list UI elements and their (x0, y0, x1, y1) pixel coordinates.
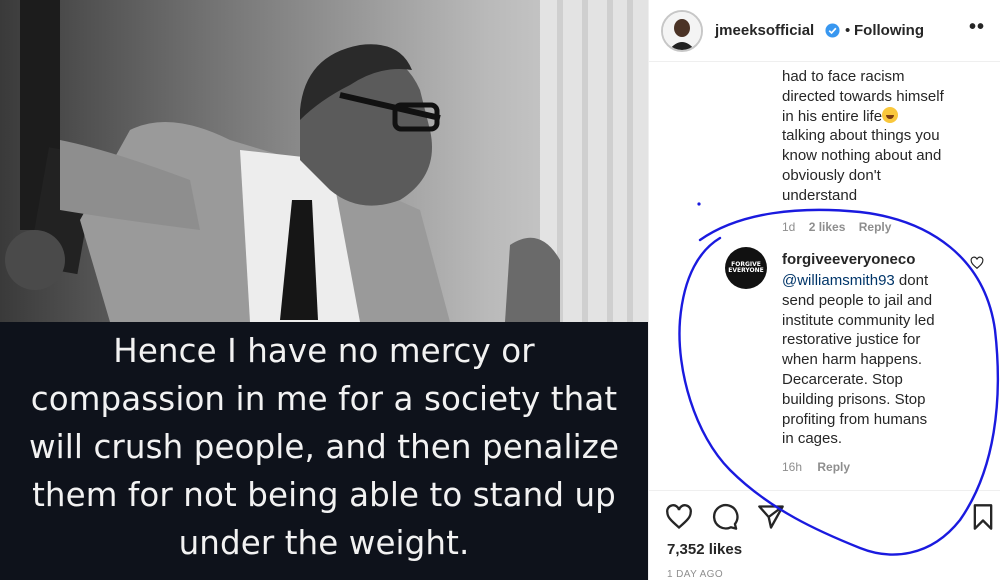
comment-line: in his entire life (782, 106, 982, 127)
header-username[interactable]: jmeeksofficial (715, 22, 814, 39)
avatar-image (663, 12, 701, 50)
comment-text: @williamsmith93 dont send people to jail… (782, 271, 982, 449)
comment-line: know nothing about and (782, 147, 942, 165)
comment-line: had to face racism (782, 68, 905, 85)
paper-plane-icon[interactable] (757, 503, 785, 531)
comment-text: had to face racism directed towards hims… (782, 67, 982, 206)
avatar[interactable] (661, 10, 703, 52)
commenter-avatar-logo: FORGIVE EVERYONE (728, 260, 764, 274)
portrait-photo (0, 0, 648, 322)
comment-line: @williamsmith93 dont (782, 271, 982, 291)
quote-line: under the weight. (178, 524, 470, 562)
following-button[interactable]: Following (854, 22, 924, 39)
header-separator: • (845, 22, 851, 39)
comment-line: in cages. (782, 430, 843, 448)
comment-line: Decarcerate. Stop (782, 370, 903, 388)
comment-line: profiting from humans (782, 410, 928, 428)
quote-caption-band: Hence I have no mercy or compassion in m… (0, 322, 648, 580)
comments-list[interactable]: had to face racism directed towards hims… (649, 62, 1000, 490)
reply-button[interactable]: Reply (859, 220, 892, 234)
comment-age: 1d (782, 220, 796, 234)
bookmark-icon[interactable] (969, 503, 997, 531)
comment-line: send people to jail and (782, 291, 933, 309)
quote-caption: Hence I have no mercy or compassion in m… (29, 327, 619, 567)
comment-likes[interactable]: 2 likes (809, 220, 846, 234)
comment-age: 16h (782, 460, 803, 474)
comment-meta: 16h Reply (782, 460, 862, 474)
quote-line: will crush people, and then penalize (28, 428, 620, 466)
comment-icon[interactable] (711, 503, 739, 531)
post-actions: 7,352 likes 1 DAY AGO (649, 490, 1000, 580)
comment-meta: 1d 2 likes Reply (782, 220, 901, 234)
comment-line: directed towards himself (782, 87, 944, 105)
comment-line: institute community led (782, 311, 935, 329)
comment-line-text: dont (894, 272, 929, 289)
comment-line: when harm happens. (782, 351, 923, 369)
heart-icon[interactable] (665, 503, 693, 531)
comment-line: understand (782, 186, 858, 204)
post-side-panel: jmeeksofficial • Following •• had to fac… (648, 0, 1000, 580)
commenter-username[interactable]: forgiveeveryoneco (782, 251, 915, 268)
comment-like-heart-icon[interactable] (970, 256, 984, 270)
comment-line-text: in his entire life (782, 107, 883, 125)
quote-line: them for not being able to stand up (32, 476, 616, 514)
comment-line: obviously don't (782, 166, 881, 184)
more-options-icon[interactable]: •• (969, 16, 985, 39)
post-image[interactable]: Hence I have no mercy or compassion in m… (0, 0, 648, 580)
commenter-avatar[interactable]: FORGIVE EVERYONE (725, 247, 767, 289)
post-header: jmeeksofficial • Following •• (649, 0, 1000, 62)
mention-link[interactable]: @williamsmith93 (782, 272, 895, 289)
comment-line: building prisons. Stop (782, 390, 926, 408)
reply-button[interactable]: Reply (817, 460, 850, 474)
verified-badge-icon (825, 23, 840, 38)
comment-line: restorative justice for (782, 331, 921, 349)
post-timestamp: 1 DAY AGO (667, 569, 724, 580)
quote-line: compassion in me for a society that (30, 380, 618, 418)
likes-count[interactable]: 7,352 likes (667, 541, 742, 558)
comment-line: talking about things you (782, 127, 940, 145)
quote-line: Hence I have no mercy or (113, 332, 535, 370)
laughing-emoji-icon (882, 106, 899, 123)
